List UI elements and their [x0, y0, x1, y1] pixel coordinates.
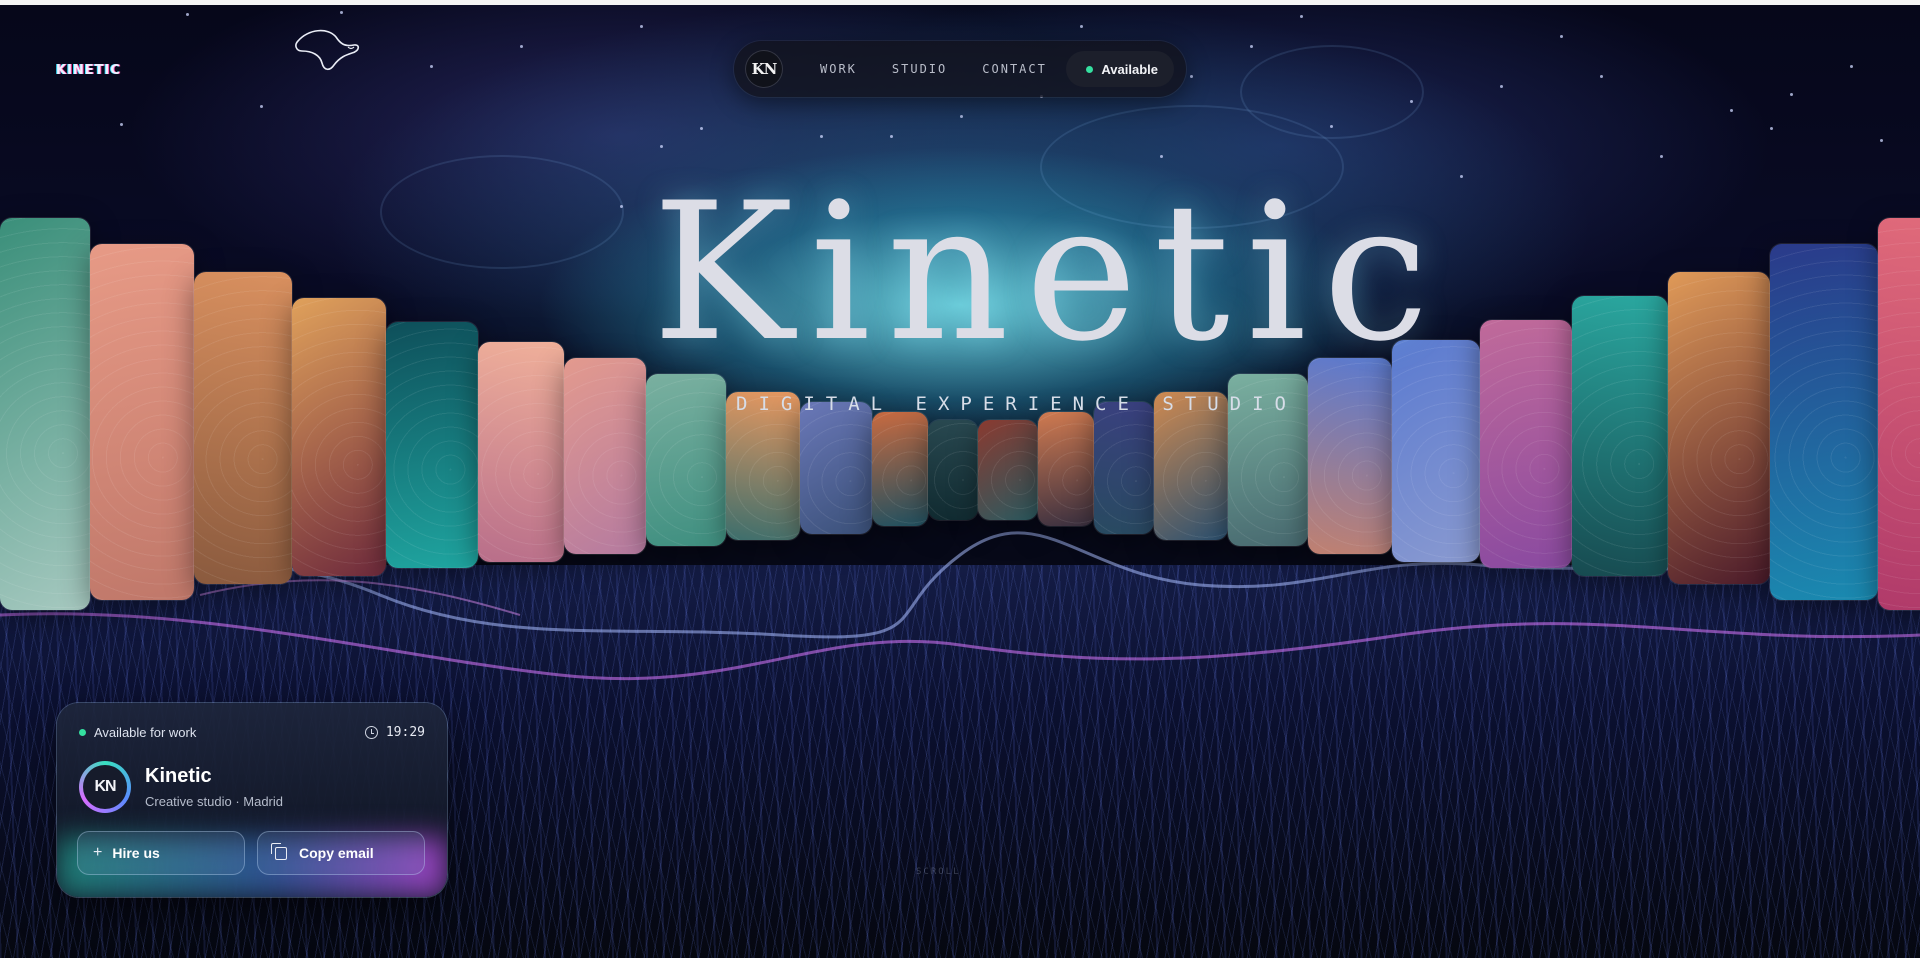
- gallery-card[interactable]: [1770, 244, 1878, 600]
- clock-icon: [364, 726, 378, 739]
- star: [1460, 175, 1463, 178]
- star: [120, 123, 123, 126]
- star: [186, 13, 189, 16]
- star: [700, 127, 703, 130]
- gallery-card[interactable]: [928, 420, 978, 520]
- gallery-card[interactable]: [1480, 320, 1572, 568]
- gallery-card[interactable]: [386, 322, 478, 568]
- star: [1080, 25, 1083, 28]
- star: [1850, 65, 1853, 68]
- nav-link-contact[interactable]: CONTACT: [982, 62, 1047, 76]
- top-nav: KN WORK STUDIO CONTACT Available: [734, 41, 1186, 97]
- status-dot-icon: [79, 729, 86, 736]
- star: [1500, 85, 1503, 88]
- star: [1600, 75, 1603, 78]
- star: [340, 11, 343, 14]
- local-time: 19:29: [364, 725, 425, 740]
- star: [620, 205, 623, 208]
- star: [640, 25, 643, 28]
- hero-subtitle: DIGITAL EXPERIENCE STUDIO: [736, 393, 1297, 415]
- star: [1410, 100, 1413, 103]
- gallery-card[interactable]: [0, 218, 90, 610]
- star: [1790, 93, 1793, 96]
- star: [1880, 139, 1883, 142]
- gallery-card[interactable]: [1668, 272, 1770, 584]
- profile-description: Creative studio · Madrid: [145, 794, 283, 809]
- time-value: 19:29: [385, 725, 425, 740]
- monogram-icon[interactable]: KN: [746, 51, 782, 87]
- gallery-card[interactable]: [800, 402, 872, 534]
- star: [960, 115, 963, 118]
- hero-title: Kinetic: [652, 162, 1446, 383]
- creature-logo-icon: [295, 29, 360, 71]
- copy-email-button[interactable]: Copy email: [257, 831, 425, 875]
- profile-name: Kinetic: [145, 765, 212, 787]
- gallery-card[interactable]: [1878, 218, 1920, 610]
- gallery-card[interactable]: [1038, 412, 1094, 526]
- star: [430, 65, 433, 68]
- gallery-card[interactable]: [1572, 296, 1668, 576]
- star: [1160, 155, 1163, 158]
- nav-link-studio[interactable]: STUDIO: [892, 62, 947, 76]
- star: [1330, 125, 1333, 128]
- star: [1770, 127, 1773, 130]
- plus-icon: +: [93, 844, 103, 861]
- status-dot-icon: [1086, 65, 1094, 73]
- star: [1250, 45, 1253, 48]
- gallery-card[interactable]: [292, 298, 386, 576]
- profile-card: Available for work 19:29 KN Kinetic Crea…: [57, 703, 447, 897]
- star: [1730, 109, 1733, 112]
- star: [260, 105, 263, 108]
- nav-link-work[interactable]: WORK: [820, 62, 857, 76]
- ripple-decoration: [380, 155, 624, 269]
- star: [660, 145, 663, 148]
- star: [820, 135, 823, 138]
- copy-icon: [271, 842, 287, 860]
- avatar-initials: KN: [83, 765, 127, 809]
- gallery-card[interactable]: [478, 342, 564, 562]
- star: [1660, 155, 1663, 158]
- star: [890, 135, 893, 138]
- star: [520, 45, 523, 48]
- hire-us-button[interactable]: + Hire us: [77, 831, 245, 875]
- scroll-hint: SCROLL: [916, 867, 961, 877]
- avatar: KN: [79, 761, 131, 813]
- gallery-card[interactable]: [90, 244, 194, 600]
- gallery-card[interactable]: [872, 412, 928, 526]
- gallery-card[interactable]: [564, 358, 646, 554]
- star: [1300, 15, 1303, 18]
- copy-email-label: Copy email: [299, 845, 374, 861]
- star: [1560, 35, 1563, 38]
- gallery-card[interactable]: [1094, 402, 1154, 534]
- profile-status-row: Available for work 19:29: [79, 725, 425, 740]
- availability-label: Available: [1101, 61, 1158, 77]
- gallery-card[interactable]: [194, 272, 292, 584]
- gallery-card[interactable]: [1308, 358, 1392, 554]
- hire-us-label: Hire us: [112, 845, 160, 861]
- brand-logo[interactable]: KINETIC: [56, 63, 121, 78]
- gallery-card[interactable]: [978, 420, 1038, 520]
- hero-scene: KINETIC Kinetic DIGITAL EXPERIENCE STUDI…: [0, 5, 1920, 958]
- availability-pill[interactable]: Available: [1066, 51, 1174, 87]
- availability-text: Available for work: [94, 725, 197, 740]
- star: [1190, 75, 1193, 78]
- gallery-card[interactable]: [646, 374, 726, 546]
